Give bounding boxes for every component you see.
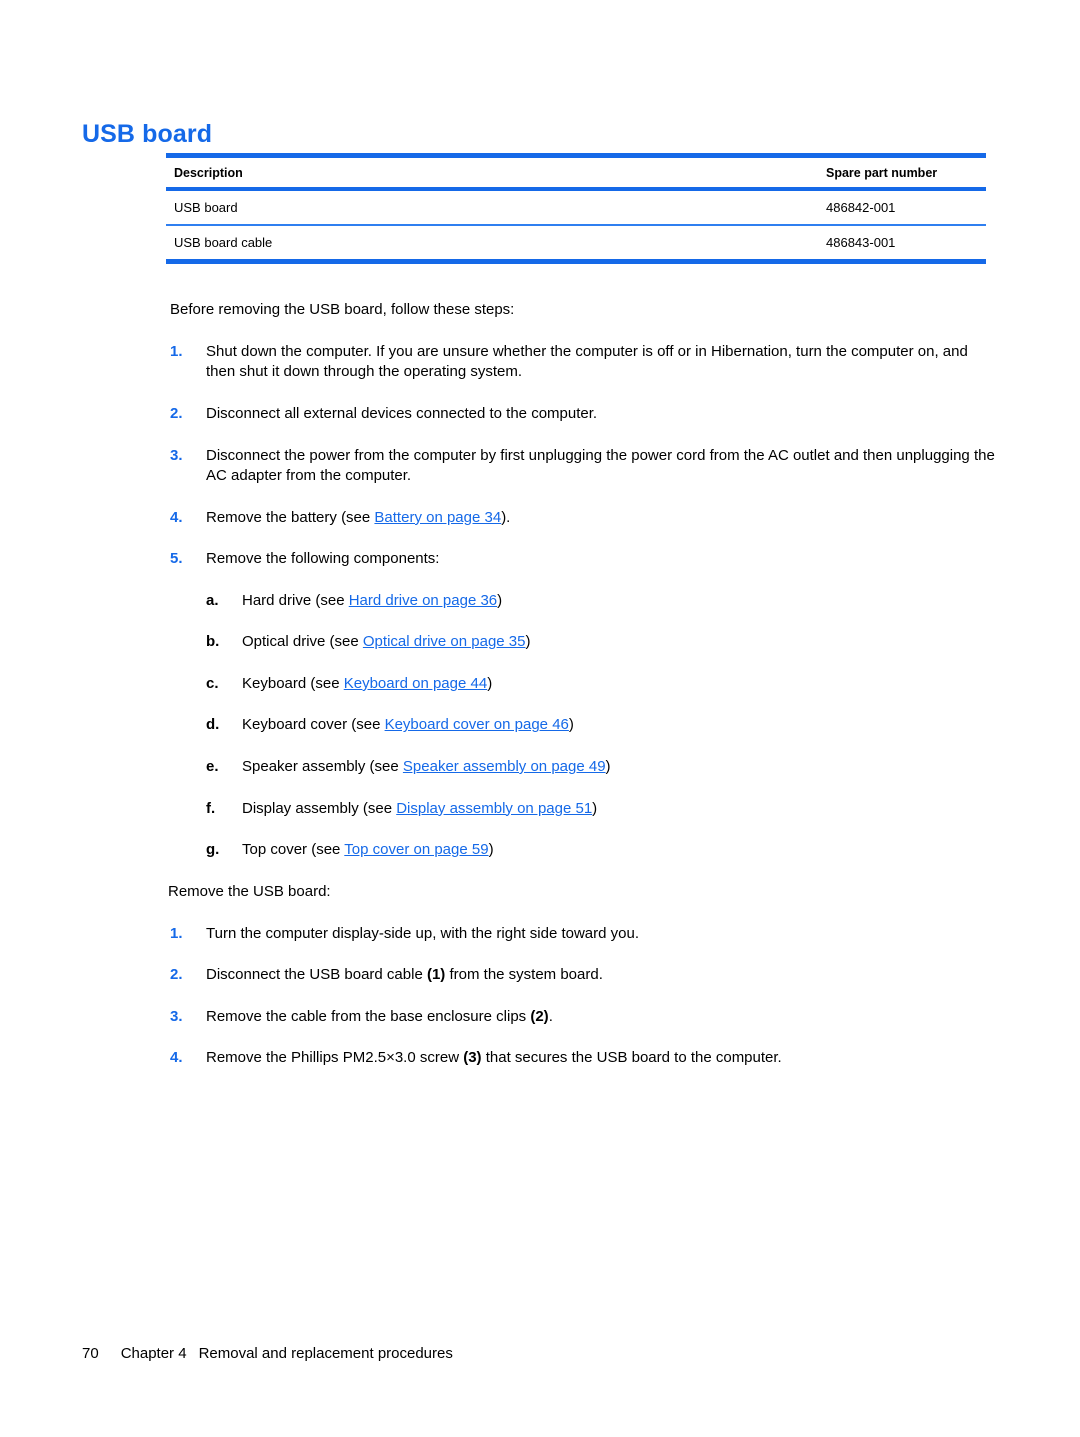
table-header: Description Spare part number [166, 153, 986, 191]
substep-text-suffix: ) [488, 841, 494, 859]
page-footer: 70 Chapter 4 Removal and replacement proce… [82, 1345, 453, 1362]
substep-text-prefix: Keyboard cover (see [242, 716, 385, 734]
footer-chapter-title: Removal and replacement procedures [198, 1345, 453, 1362]
step-text-suffix: that secures the USB board to the comput… [481, 1049, 782, 1067]
column-header-spare-part-number: Spare part number [818, 153, 986, 191]
substep-text-prefix: Optical drive (see [242, 633, 363, 651]
xref-link-hard-drive[interactable]: Hard drive on page 36 [349, 592, 497, 609]
step-marker: 1. [170, 342, 183, 360]
xref-link-speaker-assembly[interactable]: Speaker assembly on page 49 [403, 758, 606, 775]
step-item: 5. Remove the following components: [170, 549, 995, 570]
substep-text-prefix: Top cover (see [242, 841, 345, 859]
xref-link-keyboard[interactable]: Keyboard on page 44 [344, 675, 487, 692]
callout-reference: (1) [426, 966, 446, 984]
substep-marker: c. [206, 674, 219, 692]
callout-reference: (2) [530, 1007, 549, 1025]
procedure-body: Before removing the USB board, follow th… [168, 300, 995, 1090]
document-page: USB board Description Spare part number … [0, 0, 1080, 1437]
substep-text-prefix: Speaker assembly (see [242, 757, 403, 775]
spare-parts-table: Description Spare part number USB board … [166, 153, 986, 264]
step-marker: 1. [170, 924, 183, 942]
table-body: USB board 486842-001 USB board cable 486… [166, 189, 986, 264]
step-item: 4. Remove the Phillips PM2.5×3.0 screw (… [170, 1048, 995, 1069]
substep-text-suffix: ) [592, 799, 598, 817]
substep-item: a. Hard drive (see Hard drive on page 36… [206, 591, 995, 612]
step-item: 2. Disconnect all external devices conne… [170, 404, 995, 425]
xref-link-keyboard-cover[interactable]: Keyboard cover on page 46 [385, 716, 569, 733]
substep-marker: d. [206, 716, 220, 734]
footer-page-number: 70 [82, 1345, 99, 1362]
substep-text-suffix: ) [487, 674, 493, 692]
substep-text-prefix: Hard drive (see [242, 591, 349, 609]
substep-item: f. Display assembly (see Display assembl… [206, 799, 995, 820]
substep-text-prefix: Keyboard (see [242, 674, 344, 692]
step-text-suffix: ). [501, 508, 511, 526]
step-text-prefix: Remove the Phillips PM2.5×3.0 screw [206, 1049, 464, 1067]
step-text-prefix: Disconnect the USB board cable [206, 966, 427, 984]
substep-text-suffix: ) [605, 757, 611, 775]
step-text-suffix: . [548, 1007, 553, 1025]
step-item: 1. Turn the computer display-side up, wi… [170, 924, 995, 945]
step-marker: 2. [170, 405, 183, 423]
step-marker: 3. [170, 1007, 183, 1025]
substep-item: g. Top cover (see Top cover on page 59) [206, 840, 995, 861]
before-removal-lead: Before removing the USB board, follow th… [170, 301, 515, 318]
step-text: Shut down the computer. If you are unsur… [206, 342, 968, 381]
xref-link-top-cover[interactable]: Top cover on page 59 [344, 841, 488, 858]
substep-text-suffix: ) [525, 633, 531, 651]
callout-reference: (3) [463, 1049, 482, 1067]
substep-item: d. Keyboard cover (see Keyboard cover on… [206, 715, 995, 736]
step-item: 4. Remove the battery (see Battery on pa… [170, 508, 995, 529]
substep-marker: g. [206, 841, 220, 859]
cell-spare-part-number: 486843-001 [818, 225, 986, 264]
substep-marker: a. [206, 591, 219, 609]
step-text: Disconnect the power from the computer b… [206, 446, 995, 485]
substep-item: c. Keyboard (see Keyboard on page 44) [206, 674, 995, 695]
table-header-row: Description Spare part number [166, 153, 986, 191]
substep-text-prefix: Display assembly (see [242, 799, 397, 817]
step-text: Remove the following components: [206, 550, 440, 568]
substep-text-suffix: ) [568, 716, 574, 734]
step-marker: 3. [170, 446, 183, 464]
substep-marker: b. [206, 633, 220, 651]
step-item: 1. Shut down the computer. If you are un… [170, 342, 995, 383]
cell-spare-part-number: 486842-001 [818, 189, 986, 226]
step-marker: 4. [170, 1049, 183, 1067]
step-marker: 5. [170, 550, 183, 568]
page-title: USB board [82, 119, 213, 148]
step-text-prefix: Remove the battery (see [206, 508, 375, 526]
cell-description: USB board [166, 189, 818, 226]
step-text-prefix: Remove the cable from the base enclosure… [206, 1007, 531, 1025]
step-text: Disconnect all external devices connecte… [206, 405, 598, 423]
substep-marker: e. [206, 757, 219, 775]
column-header-description: Description [166, 153, 818, 191]
step-marker: 4. [170, 508, 183, 526]
step-item: 2. Disconnect the USB board cable (1) fr… [170, 965, 995, 986]
step-text-suffix: from the system board. [445, 966, 603, 984]
substep-text-suffix: ) [497, 591, 503, 609]
step-text: Turn the computer display-side up, with … [206, 924, 639, 942]
substep-item: b. Optical drive (see Optical drive on p… [206, 632, 995, 653]
table-row: USB board cable 486843-001 [166, 225, 986, 264]
step-marker: 2. [170, 966, 183, 984]
footer-chapter: Chapter 4 [120, 1345, 187, 1362]
xref-link-optical-drive[interactable]: Optical drive on page 35 [363, 633, 526, 650]
step-item: 3. Remove the cable from the base enclos… [170, 1007, 995, 1028]
substep-item: e. Speaker assembly (see Speaker assembl… [206, 757, 995, 778]
xref-link-display-assembly[interactable]: Display assembly on page 51 [396, 800, 592, 817]
table-row: USB board 486842-001 [166, 189, 986, 226]
substep-marker: f. [206, 799, 216, 817]
step-item: 3. Disconnect the power from the compute… [170, 446, 995, 487]
xref-link-battery[interactable]: Battery on page 34 [374, 509, 501, 526]
cell-description: USB board cable [166, 225, 818, 264]
remove-usb-board-lead: Remove the USB board: [168, 882, 331, 900]
